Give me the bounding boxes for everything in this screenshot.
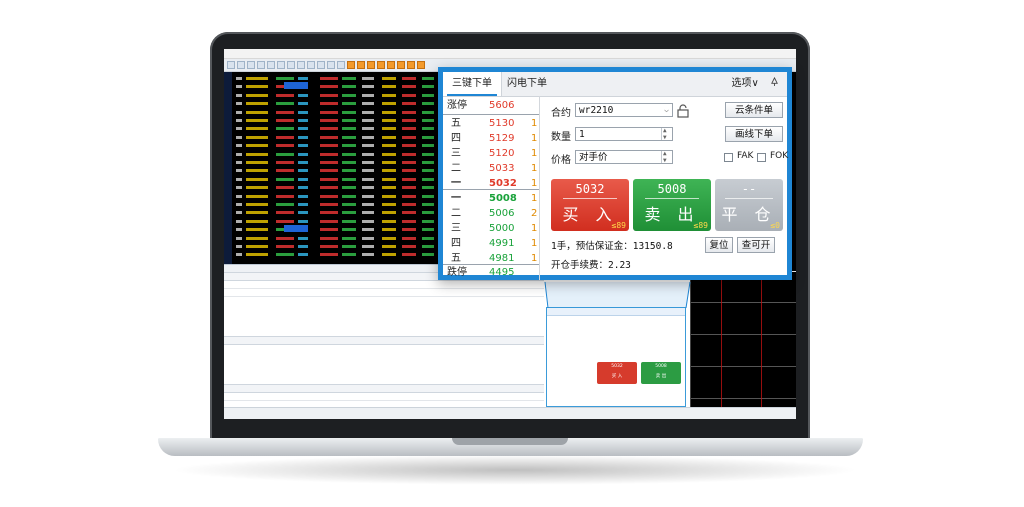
lock-icon[interactable] <box>677 103 689 122</box>
toolbar-button[interactable] <box>227 61 235 69</box>
contract-select[interactable]: wr2210 ⌵ <box>575 103 673 117</box>
mini-sell-button[interactable]: 5008 卖 出 <box>641 362 681 384</box>
positions-grid-header <box>224 384 544 393</box>
price-chart <box>690 272 796 407</box>
toolbar-button[interactable] <box>367 61 375 69</box>
toolbar-button[interactable] <box>327 61 335 69</box>
chevron-down-icon: ∨ <box>751 78 759 89</box>
quote-row[interactable] <box>232 234 439 242</box>
toolbar-button[interactable] <box>277 61 285 69</box>
quote-row[interactable] <box>232 208 439 216</box>
margin-estimate: 1手，预估保证金：13150.8 <box>551 241 673 252</box>
chevron-down-icon: ⌵ <box>664 105 669 114</box>
options-menu[interactable]: 选项∨ <box>731 72 779 96</box>
toolbar-button[interactable] <box>407 61 415 69</box>
fok-label: FOK <box>770 151 789 161</box>
quote-row[interactable] <box>232 225 439 233</box>
quantity-stepper[interactable]: 1 <box>575 124 673 145</box>
quote-row[interactable] <box>232 133 439 141</box>
order-book: 涨停 5606 跌停 4495 五 5130 1 四 5129 1 三 5120 1 二 5033 1… <box>443 96 540 280</box>
bids-level-row[interactable]: 五 4981 1 <box>443 251 539 266</box>
quote-row[interactable] <box>232 166 439 174</box>
quote-row[interactable] <box>232 192 439 200</box>
toolbar-button[interactable] <box>307 61 315 69</box>
bids-level-row[interactable]: 一 5008 1 <box>443 191 539 206</box>
toolbar-button[interactable] <box>377 61 385 69</box>
tab-three-key-order[interactable]: 三键下单 <box>443 72 502 96</box>
quote-row[interactable] <box>232 242 439 250</box>
open-fee: 开仓手续费：2.23 <box>551 260 631 271</box>
mini-order-panel: 5032 买 入 5008 卖 出 <box>546 307 686 407</box>
toolbar-button[interactable] <box>257 61 265 69</box>
orders-grid-header <box>224 336 544 345</box>
toolbar-button[interactable] <box>387 61 395 69</box>
mini-order-panel-tabs[interactable] <box>547 308 685 316</box>
order-form: 合约 wr2210 ⌵ 云条件单 数量 1 画线下单 价格 对手价 FAK FO… <box>539 96 789 280</box>
query-openable-button[interactable]: 查可开 <box>737 237 775 253</box>
asks-level-row[interactable]: 三 5120 1 <box>443 146 539 161</box>
quote-row[interactable] <box>232 150 439 158</box>
buy-button[interactable]: 5032 买 入 ≤89 <box>551 179 629 231</box>
asks-level-row[interactable]: 五 5130 1 <box>443 116 539 131</box>
quote-category-tabs[interactable] <box>224 264 439 272</box>
quote-row[interactable] <box>232 116 439 124</box>
limit-up-row: 涨停 5606 <box>447 100 515 111</box>
toolbar-button[interactable] <box>237 61 245 69</box>
quote-row[interactable] <box>232 141 439 149</box>
fak-label: FAK <box>737 151 754 161</box>
asks-level-row[interactable]: 二 5033 1 <box>443 161 539 176</box>
tab-lightning-order[interactable]: 闪电下单 <box>507 72 547 96</box>
quote-row[interactable] <box>232 91 439 99</box>
status-bar <box>224 407 796 419</box>
cloud-condition-order-button[interactable]: 云条件单 <box>725 102 783 118</box>
close-position-button[interactable]: -- 平 仓 ≤0 <box>715 179 783 231</box>
toolbar-button[interactable] <box>337 61 345 69</box>
order-panel-header: 三键下单 闪电下单 选项∨ <box>443 72 787 97</box>
bids-level-row[interactable]: 三 5000 1 <box>443 221 539 236</box>
quote-row[interactable] <box>232 200 439 208</box>
toolbar-button[interactable] <box>287 61 295 69</box>
laptop-notch <box>452 438 568 445</box>
toolbar-button[interactable] <box>397 61 405 69</box>
asks-level-row[interactable]: 四 5129 1 <box>443 131 539 146</box>
quote-row[interactable] <box>232 74 439 82</box>
quote-row[interactable] <box>232 82 439 90</box>
toolbar-button[interactable] <box>357 61 365 69</box>
quote-row[interactable] <box>232 99 439 107</box>
laptop-shadow <box>170 455 860 485</box>
price-stepper[interactable]: 对手价 <box>575 147 673 168</box>
quote-row[interactable] <box>232 175 439 183</box>
quote-row[interactable] <box>232 158 439 166</box>
market-quote-table <box>224 72 439 264</box>
toolbar-button[interactable] <box>417 61 425 69</box>
fak-checkbox[interactable] <box>724 153 733 162</box>
line-order-button[interactable]: 画线下单 <box>725 126 783 142</box>
sell-button[interactable]: 5008 卖 出 ≤89 <box>633 179 711 231</box>
quote-row[interactable] <box>232 217 439 225</box>
toolbar-button[interactable] <box>297 61 305 69</box>
quote-row[interactable] <box>232 124 439 132</box>
reset-button[interactable]: 复位 <box>705 237 733 253</box>
quantity-label: 数量 <box>551 132 571 143</box>
toolbar-button[interactable] <box>267 61 275 69</box>
market-side-tabs[interactable] <box>224 72 232 264</box>
quote-row[interactable] <box>232 108 439 116</box>
price-label: 价格 <box>551 155 571 166</box>
toolbar-button[interactable] <box>247 61 255 69</box>
bids-level-row[interactable]: 四 4991 1 <box>443 236 539 251</box>
contract-label: 合约 <box>551 108 571 119</box>
toolbar-button[interactable] <box>317 61 325 69</box>
menu-bar <box>224 49 796 59</box>
quote-row[interactable] <box>232 250 439 258</box>
bids-level-row[interactable]: 二 5006 2 <box>443 206 539 221</box>
pin-icon[interactable] <box>770 72 779 86</box>
quick-order-panel: 三键下单 闪电下单 选项∨ 涨停 5606 跌停 4495 五 5130 1 四 512… <box>438 67 792 280</box>
fok-checkbox[interactable] <box>757 153 766 162</box>
quote-row[interactable] <box>232 183 439 191</box>
asks-level-row[interactable]: 一 5032 1 <box>443 176 539 191</box>
mini-buy-button[interactable]: 5032 买 入 <box>597 362 637 384</box>
toolbar-button[interactable] <box>347 61 355 69</box>
options-label: 选项 <box>731 78 752 89</box>
limit-down-row: 跌停 4495 <box>447 267 515 278</box>
